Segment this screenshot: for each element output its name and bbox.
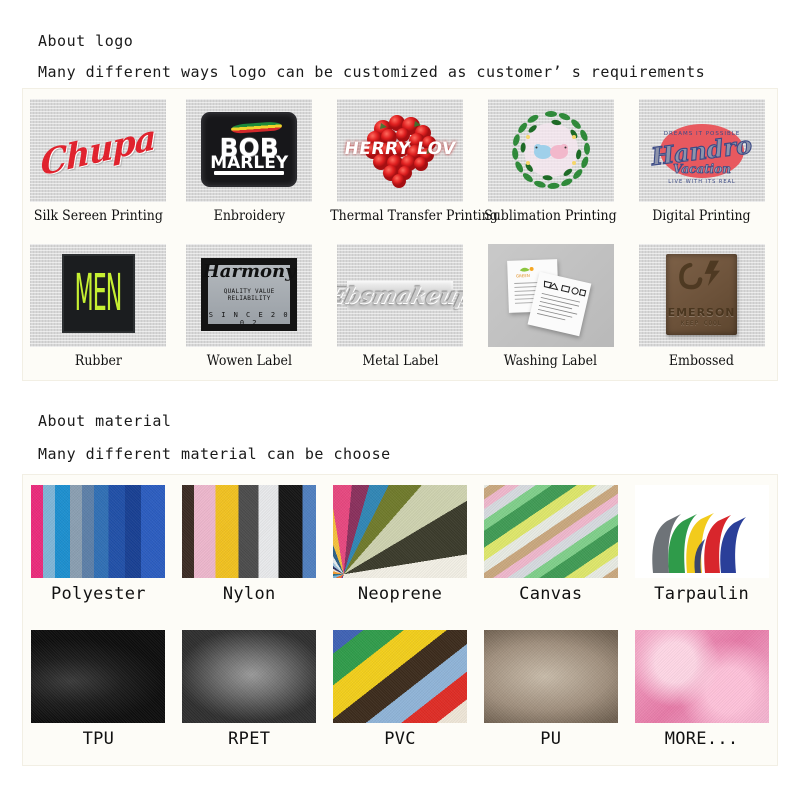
material-item-neoprene[interactable]: Neoprene — [325, 485, 476, 604]
swatch-pvc — [332, 630, 467, 723]
vintage-script-logo-graphic: DREAMS IT POSSIBLE Handro Vacation LIVE … — [648, 124, 754, 185]
logo-caption: Sublimation Printing — [484, 208, 618, 224]
swatch-rpet — [182, 630, 317, 723]
svg-text:LIVE WITH ITS REAL: LIVE WITH ITS REAL — [668, 179, 735, 185]
logo-item-digital-printing[interactable]: DREAMS IT POSSIBLE Handro Vacation LIVE … — [626, 99, 777, 224]
logo-item-metal-label[interactable]: Ebsmakeup Metal Label — [325, 244, 476, 369]
swatch-tpu — [31, 630, 166, 723]
woven-since-text: S I N C E 2 0 0 2 — [208, 311, 290, 328]
logo-options-panel: Chupa Silk Sereen Printing BOB MARLEY En… — [22, 88, 778, 381]
logo-item-embroidery[interactable]: BOB MARLEY Enbroidery — [174, 99, 325, 224]
material-caption: TPU — [82, 729, 115, 749]
material-caption: Canvas — [519, 584, 583, 604]
material-caption: Nylon — [222, 584, 276, 604]
thumb-washing-label: GREEN — [487, 244, 614, 347]
logo-caption: Thermal Transfer Printing — [329, 208, 498, 224]
material-caption: PU — [540, 729, 562, 749]
logo-caption: Enbroidery — [213, 208, 285, 224]
chupa-logo-text: Chupa — [40, 116, 156, 185]
bob-marley-patch: BOB MARLEY — [201, 112, 298, 187]
svg-text:GREEN: GREEN — [516, 273, 530, 278]
logo-item-rubber[interactable]: MEN Rubber — [23, 244, 174, 369]
thumb-embroidery: BOB MARLEY — [186, 99, 313, 202]
material-caption: Polyester — [50, 584, 146, 604]
material-item-canvas[interactable]: Canvas — [475, 485, 626, 604]
material-caption: MORE... — [664, 729, 739, 749]
logo-caption: Silk Sereen Printing — [33, 208, 163, 224]
thumb-metal-label: Ebsmakeup — [336, 244, 463, 347]
material-caption: RPET — [228, 729, 271, 749]
emerson-text: EMERSON — [667, 305, 736, 319]
material-caption: Tarpaulin — [654, 584, 749, 604]
about-material-heading: About material — [38, 412, 172, 430]
thumb-rubber: MEN — [30, 244, 167, 347]
swatch-canvas — [483, 485, 618, 578]
ebsmakeup-text: Ebsmakeup — [336, 282, 463, 309]
logo-item-embossed[interactable]: EMERSON KEEP COOL Embossed — [626, 244, 777, 369]
men-text: MEN — [74, 264, 123, 323]
logo-item-thermal-transfer-printing[interactable]: HERRY LOV Thermal Transfer Printing — [325, 99, 498, 224]
material-caption: PVC — [384, 729, 416, 749]
thumb-digital-printing: DREAMS IT POSSIBLE Handro Vacation LIVE … — [638, 99, 765, 202]
thumb-woven-label: Harmony QUALITY VALUE RELIABILITY S I N … — [186, 244, 313, 347]
material-item-polyester[interactable]: Polyester — [23, 485, 174, 604]
material-caption: Neoprene — [357, 584, 443, 604]
laurel-wreath-graphic — [511, 111, 590, 189]
material-item-tarpaulin[interactable]: Tarpaulin — [626, 485, 777, 604]
material-item-rpet[interactable]: RPET — [174, 630, 325, 749]
about-logo-subheading: Many different ways logo can be customiz… — [38, 63, 706, 81]
swatch-neoprene — [332, 485, 467, 578]
patch-underline — [214, 170, 285, 175]
woven-label-card: Harmony QUALITY VALUE RELIABILITY S I N … — [201, 258, 298, 331]
thumb-sublimation — [487, 99, 614, 202]
material-item-nylon[interactable]: Nylon — [174, 485, 325, 604]
hook-lightning-icon — [679, 260, 721, 290]
men-rubber-patch: MEN — [61, 254, 136, 333]
swatch-nylon — [182, 485, 317, 578]
logo-caption: Digital Printing — [652, 208, 751, 224]
product-detail-page: About logo Many different ways logo can … — [0, 0, 800, 800]
about-logo-heading: About logo — [38, 32, 134, 50]
logo-caption: Embossed — [669, 353, 735, 369]
material-item-pu[interactable]: PU — [475, 630, 626, 749]
logo-item-woven-label[interactable]: Harmony QUALITY VALUE RELIABILITY S I N … — [174, 244, 325, 369]
svg-text:Vacation: Vacation — [673, 162, 731, 176]
care-label-back — [527, 271, 592, 336]
material-item-tpu[interactable]: TPU — [23, 630, 174, 749]
logo-item-silk-screen-printing[interactable]: Chupa Silk Sereen Printing — [23, 99, 174, 224]
woven-tagline-text: QUALITY VALUE RELIABILITY — [223, 288, 275, 303]
logo-caption: Wowen Label — [206, 353, 292, 369]
material-options-panel: Polyester Nylon Neoprene Canvas Tarpauli… — [22, 474, 778, 766]
swatch-tarpaulin — [634, 485, 769, 578]
thumb-silk-screen-printing: Chupa — [30, 99, 167, 202]
material-item-pvc[interactable]: PVC — [325, 630, 476, 749]
logo-item-sublimation-printing[interactable]: Sublimation Printing — [475, 99, 626, 224]
swatch-polyester — [31, 485, 166, 578]
leather-patch: EMERSON KEEP COOL — [666, 254, 737, 335]
thumb-thermal-transfer: HERRY LOV — [336, 99, 463, 202]
rasta-wave-icon — [230, 121, 283, 134]
material-item-more[interactable]: MORE... — [626, 630, 777, 749]
emerson-subtext: KEEP COOL — [680, 319, 723, 327]
logo-item-washing-label[interactable]: GREEN Washing Label — [475, 244, 626, 369]
swatch-more-fur — [634, 630, 769, 723]
thumb-embossed: EMERSON KEEP COOL — [638, 244, 765, 347]
about-material-subheading: Many different material can be choose — [38, 445, 391, 463]
swatch-pu — [483, 630, 618, 723]
logo-caption: Washing Label — [504, 353, 598, 369]
marley-text: MARLEY — [210, 152, 289, 173]
woven-brand-text: Harmony — [202, 261, 296, 283]
herry-lov-text: HERRY LOV — [342, 139, 458, 160]
logo-caption: Metal Label — [361, 353, 439, 369]
logo-caption: Rubber — [74, 353, 122, 369]
